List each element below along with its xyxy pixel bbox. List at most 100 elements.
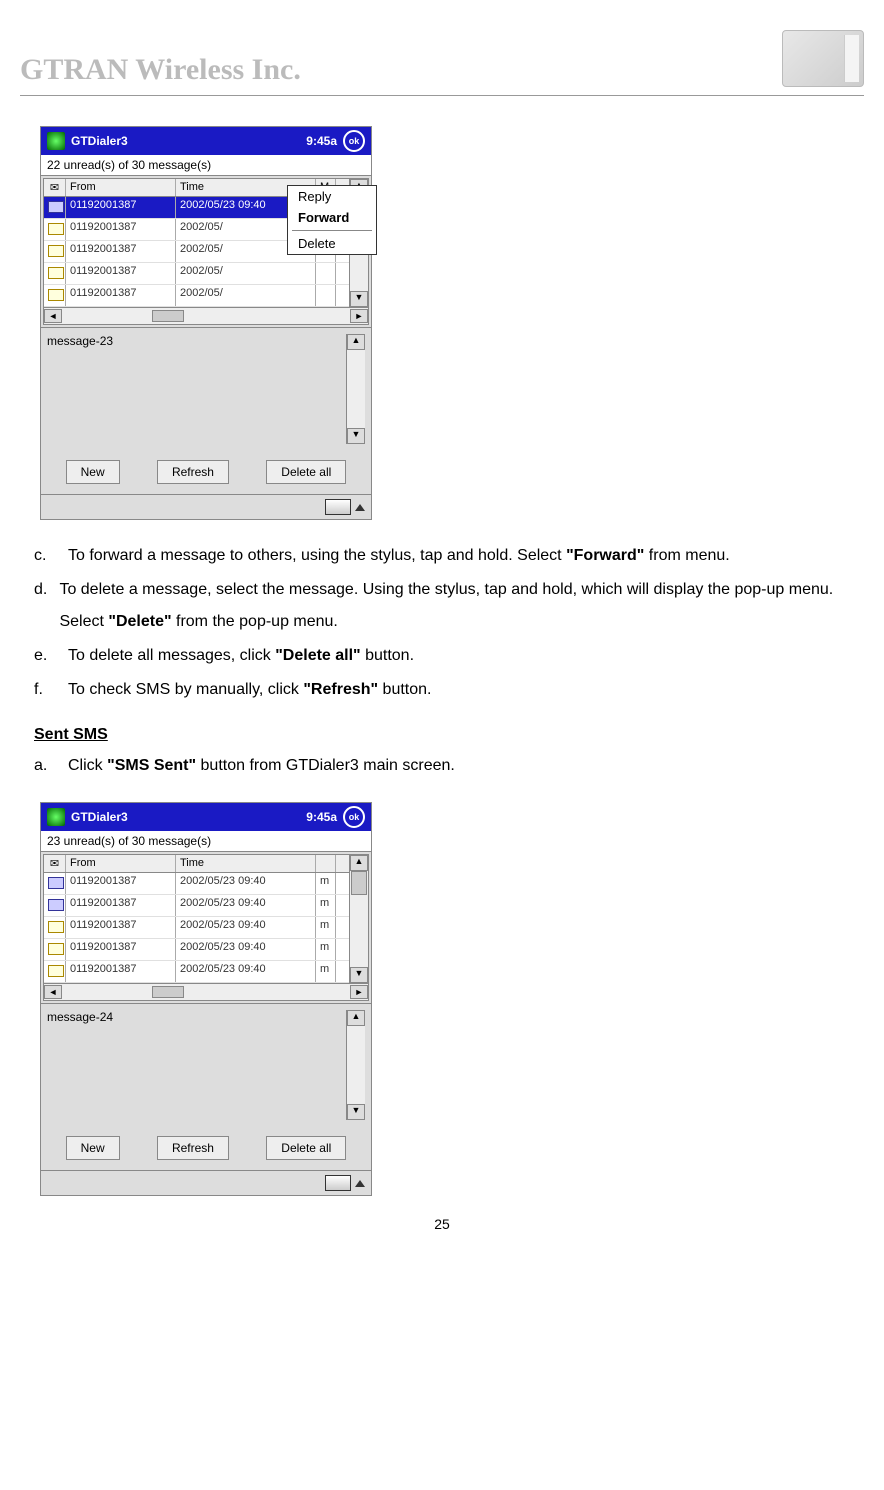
col-time[interactable]: Time — [176, 855, 316, 872]
scroll-thumb[interactable] — [152, 986, 184, 998]
list-letter: d. — [34, 574, 59, 638]
ok-button[interactable]: ok — [343, 806, 365, 828]
cell-from: 01192001387 — [66, 219, 176, 240]
keyboard-icon[interactable] — [325, 499, 351, 515]
scroll-left-icon[interactable]: ◄ — [44, 309, 62, 323]
cell-from: 01192001387 — [66, 241, 176, 262]
table-row[interactable]: 01192001387 2002/05/ — [44, 263, 349, 285]
table-row[interactable]: 01192001387 2002/05/23 09:40 m — [44, 895, 349, 917]
vertical-scrollbar[interactable]: ▲ ▼ — [349, 855, 368, 983]
scroll-right-icon[interactable]: ► — [350, 985, 368, 999]
cell-from: 01192001387 — [66, 939, 176, 960]
preview-scrollbar[interactable]: ▲ ▼ — [346, 334, 365, 444]
message-preview: message-24 ▲ ▼ — [41, 1003, 371, 1126]
table-row[interactable]: 01192001387 2002/05/23 09:40 m — [44, 961, 349, 983]
title-bar: GTDialer3 9:45a ok — [41, 127, 371, 155]
scroll-up-icon[interactable]: ▲ — [347, 1010, 365, 1026]
menu-forward[interactable]: Forward — [288, 207, 376, 228]
company-name: GTRAN Wireless Inc. — [20, 53, 301, 87]
cell-m: m — [316, 939, 336, 960]
col-icon[interactable]: ✉ — [44, 179, 66, 196]
scroll-up-icon[interactable]: ▲ — [350, 855, 368, 871]
start-icon[interactable] — [47, 132, 65, 150]
sip-bar — [41, 1170, 371, 1195]
table-row[interactable]: 01192001387 2002/05/ — [44, 285, 349, 307]
scroll-right-icon[interactable]: ► — [350, 309, 368, 323]
app-title: GTDialer3 — [71, 134, 128, 148]
preview-scrollbar[interactable]: ▲ ▼ — [346, 1010, 365, 1120]
status-line: 22 unread(s) of 30 message(s) — [41, 155, 371, 176]
envelope-open-icon — [48, 877, 64, 889]
scroll-down-icon[interactable]: ▼ — [347, 428, 365, 444]
clock: 9:45a — [306, 810, 337, 824]
screenshot-inbox-contextmenu: GTDialer3 9:45a ok 22 unread(s) of 30 me… — [40, 126, 372, 520]
sip-up-icon[interactable] — [355, 1180, 365, 1187]
envelope-icon — [48, 245, 64, 257]
scroll-down-icon[interactable]: ▼ — [347, 1104, 365, 1120]
refresh-button[interactable]: Refresh — [157, 460, 229, 484]
delete-all-button[interactable]: Delete all — [266, 460, 346, 484]
envelope-open-icon — [48, 899, 64, 911]
delete-all-button[interactable]: Delete all — [266, 1136, 346, 1160]
sip-up-icon[interactable] — [355, 504, 365, 511]
table-row[interactable]: 01192001387 2002/05/23 09:40 m — [44, 917, 349, 939]
horizontal-scrollbar[interactable]: ◄ ► — [44, 983, 368, 1000]
scroll-up-icon[interactable]: ▲ — [347, 334, 365, 350]
text: from the pop-up menu. — [172, 613, 338, 630]
col-icon[interactable]: ✉ — [44, 855, 66, 872]
cell-from: 01192001387 — [66, 895, 176, 916]
scroll-thumb[interactable] — [351, 871, 367, 895]
instruction-c: c. To forward a message to others, using… — [34, 540, 850, 572]
envelope-icon — [48, 289, 64, 301]
text: button from GTDialer3 main screen. — [196, 757, 455, 774]
cell-from: 01192001387 — [66, 917, 176, 938]
cell-m: m — [316, 895, 336, 916]
text: from menu. — [644, 547, 729, 564]
list-letter: e. — [34, 640, 68, 672]
menu-delete[interactable]: Delete — [288, 233, 376, 254]
text: Click — [68, 757, 107, 774]
horizontal-scrollbar[interactable]: ◄ ► — [44, 307, 368, 324]
ok-button[interactable]: ok — [343, 130, 365, 152]
col-from[interactable]: From — [66, 179, 176, 196]
keyboard-icon[interactable] — [325, 1175, 351, 1191]
envelope-icon — [48, 921, 64, 933]
scroll-down-icon[interactable]: ▼ — [350, 967, 368, 983]
cell-m — [316, 285, 336, 306]
message-preview: message-23 ▲ ▼ — [41, 327, 371, 450]
scroll-thumb[interactable] — [152, 310, 184, 322]
envelope-icon — [48, 943, 64, 955]
clock: 9:45a — [306, 134, 337, 148]
text: To forward a message to others, using th… — [68, 547, 566, 564]
table-row[interactable]: 01192001387 2002/05/23 09:40 m — [44, 939, 349, 961]
table-header: ✉ From Time — [44, 855, 349, 873]
status-line: 23 unread(s) of 30 message(s) — [41, 831, 371, 852]
cell-time: 2002/05/23 09:40 — [176, 961, 316, 982]
text: To delete all messages, click — [68, 647, 275, 664]
menu-reply[interactable]: Reply — [288, 186, 376, 207]
preview-text: message-23 — [47, 334, 346, 444]
scroll-left-icon[interactable]: ◄ — [44, 985, 62, 999]
cell-time: 2002/05/23 09:40 — [176, 895, 316, 916]
list-letter: f. — [34, 674, 68, 706]
col-from[interactable]: From — [66, 855, 176, 872]
new-button[interactable]: New — [66, 1136, 120, 1160]
cell-time: 2002/05/23 09:40 — [176, 873, 316, 894]
cell-from: 01192001387 — [66, 197, 176, 218]
col-m[interactable] — [316, 855, 336, 872]
bold-text: "Delete all" — [275, 647, 360, 664]
list-letter: c. — [34, 540, 68, 572]
instruction-f: f. To check SMS by manually, click "Refr… — [34, 674, 850, 706]
context-menu: Reply Forward Delete — [287, 185, 377, 255]
cell-from: 01192001387 — [66, 263, 176, 284]
new-button[interactable]: New — [66, 460, 120, 484]
cell-m: m — [316, 961, 336, 982]
instruction-a: a. Click "SMS Sent" button from GTDialer… — [34, 750, 850, 782]
preview-text: message-24 — [47, 1010, 346, 1120]
cell-from: 01192001387 — [66, 873, 176, 894]
refresh-button[interactable]: Refresh — [157, 1136, 229, 1160]
scroll-down-icon[interactable]: ▼ — [350, 291, 368, 307]
start-icon[interactable] — [47, 808, 65, 826]
table-row[interactable]: 01192001387 2002/05/23 09:40 m — [44, 873, 349, 895]
bold-text: "Forward" — [566, 547, 644, 564]
